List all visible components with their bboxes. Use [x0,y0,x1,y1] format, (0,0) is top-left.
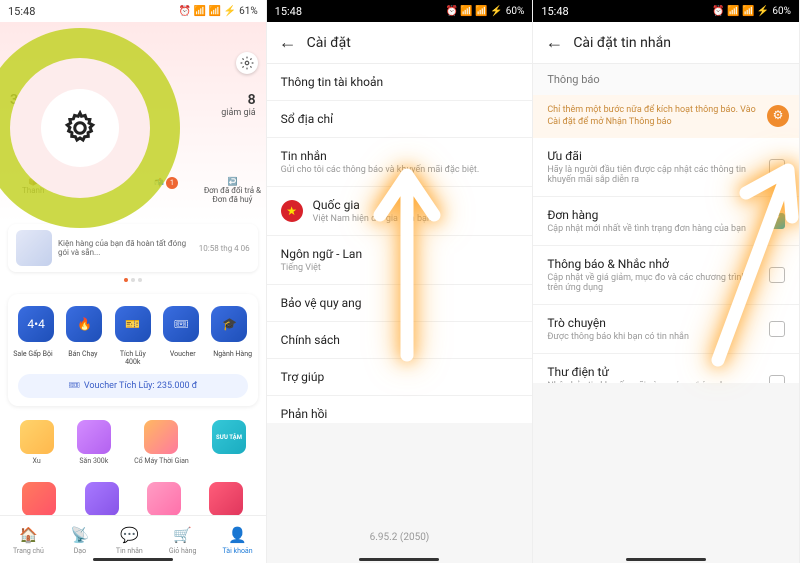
back-button[interactable]: ← [545,32,563,53]
tile-category[interactable]: 🎓 [211,306,247,342]
statusbar: 15:48 ⏰ 📶 📶 ⚡61% [0,0,266,22]
status-time: 15:48 [275,5,302,18]
status-time: 15:48 [8,5,35,18]
version-label: 6.95.2 (2050) [267,532,533,543]
user-icon: 👤 [228,525,248,545]
carousel-dots [124,278,142,282]
instruction-arrow [362,155,452,365]
quick-section: 4•4 🔥 🎫 🎟 🎓 Sale Gấp BộiBán ChạyTích Lũy… [8,294,258,406]
package-thumb [16,230,52,266]
tabbar: 🏠Trang chủ 📡Dạo 💬Tin nhắn 🛒Giỏ hàng 👤Tài… [0,515,266,563]
tile-voucher[interactable]: 🎟 [163,306,199,342]
card-time: 10:58 thg 4 06 [199,244,250,253]
appbar-title: Cài đặt [307,35,351,51]
appbar-title: Cài đặt tin nhắn [573,35,671,51]
screen-message-settings: 15:48 ⏰ 📶 📶 ⚡60% ← Cài đặt tin nhắn Thôn… [533,0,800,563]
flag-icon: ★ [281,200,303,222]
chat-icon: 💬 [119,525,139,545]
voucher-pill[interactable]: 🎟 Voucher Tích Lũy: 235.000 đ [18,374,248,398]
home-indicator [359,558,439,561]
home-indicator [626,558,706,561]
gear-icon: ⚙ [767,105,789,127]
reward-row2 [8,482,258,519]
appbar: ← Cài đặt tin nhắn [533,22,799,64]
section-header: Thông báo [533,64,799,95]
card-text: Kiện hàng của bạn đã hoàn tất đóng gói v… [58,239,193,257]
gear-icon [240,56,254,70]
settings-button[interactable] [236,52,258,74]
item-address[interactable]: Sổ địa chỉ [267,101,533,138]
cart-icon: 🛒 [173,525,193,545]
feed-icon: 📡 [70,525,90,545]
instruction-arrow [688,145,800,375]
reward-row: Xu Săn 300k Cổ Máy Thời Gian SƯU TẬM [8,420,258,465]
tile-accumulate[interactable]: 🎫 [115,306,151,342]
tab-cart[interactable]: 🛒Giỏ hàng [169,525,197,555]
screen-settings: 15:48 ⏰ 📶 📶 ⚡60% ← Cài đặt Thông tin tài… [267,0,534,563]
home-icon: 🏠 [18,525,38,545]
tab-messages[interactable]: 💬Tin nhắn [116,525,143,555]
appbar: ← Cài đặt [267,22,533,64]
status-time: 15:48 [541,5,568,18]
tab-home[interactable]: 🏠Trang chủ [13,525,44,555]
statusbar: 15:48 ⏰ 📶 📶 ⚡60% [533,0,799,22]
home-indicator [93,558,173,561]
item-account-info[interactable]: Thông tin tài khoản [267,64,533,101]
status-icons: ⏰ 📶 📶 ⚡61% [179,6,258,17]
back-button[interactable]: ← [279,32,297,53]
voucher-icon: 🎟 [68,381,79,391]
shipment-card[interactable]: Kiện hàng của bạn đã hoàn tất đóng gói v… [8,224,258,272]
tile-hot[interactable]: 🔥 [66,306,102,342]
tab-account[interactable]: 👤Tài khoản [223,525,253,555]
notification-banner[interactable]: Chỉ thêm một bước nữa để kích hoạt thông… [533,95,799,138]
status-icons: ⏰ 📶 📶 ⚡60% [445,6,524,17]
statusbar: 15:48 ⏰ 📶 📶 ⚡60% [267,0,533,22]
tile-sale[interactable]: 4•4 [18,306,54,342]
status-icons: ⏰ 📶 📶 ⚡60% [712,6,791,17]
tab-feed[interactable]: 📡Dạo [70,525,90,555]
gear-large-icon [62,110,98,146]
screen-account: 15:48 ⏰ 📶 📶 ⚡61% 39 8giảm giá 📦Thanh 🚚 📬… [0,0,267,563]
